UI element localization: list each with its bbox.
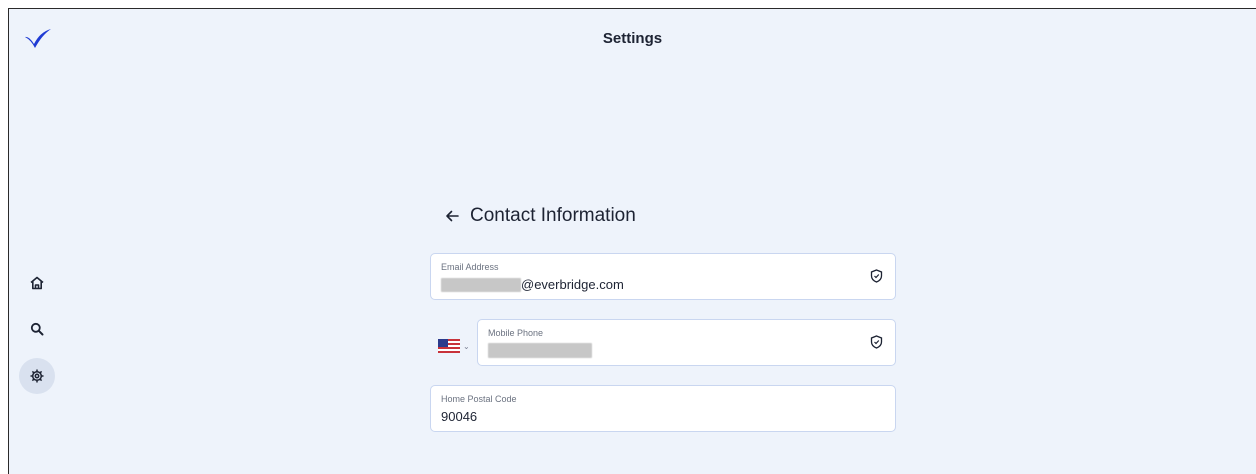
redacted-phone-number	[488, 343, 592, 358]
page-title: Settings	[602, 30, 663, 47]
chevron-down-icon: ⌄	[463, 341, 470, 351]
search-icon	[30, 322, 44, 336]
us-flag-icon	[438, 339, 460, 353]
gear-icon	[30, 369, 44, 383]
email-field[interactable]: Email Address @everbridge.com	[430, 253, 896, 300]
section-header: Contact Information	[444, 201, 896, 231]
country-code-selector[interactable]: ⌄	[438, 339, 470, 353]
sidebar-item-search[interactable]	[19, 311, 55, 347]
email-domain: @everbridge.com	[521, 277, 624, 292]
postal-code-value: 90046	[441, 409, 478, 424]
postal-code-field[interactable]: Home Postal Code 90046	[430, 385, 896, 432]
sidebar-item-home[interactable]	[19, 265, 55, 301]
home-icon	[30, 276, 44, 290]
email-field-label: Email Address	[441, 262, 499, 272]
redacted-email-user	[441, 277, 521, 292]
mobile-phone-value	[488, 343, 592, 358]
shield-check-icon	[870, 269, 883, 283]
section-title: Contact Information	[470, 205, 636, 226]
shield-check-icon	[870, 335, 883, 349]
mobile-phone-label: Mobile Phone	[488, 328, 544, 338]
sidebar-item-settings[interactable]	[19, 358, 55, 394]
email-field-value: @everbridge.com	[441, 277, 624, 292]
app-window: Settings Contact Information Email Addre…	[8, 8, 1256, 474]
mobile-phone-field[interactable]: Mobile Phone	[477, 319, 896, 366]
contact-information-panel: Contact Information Email Address @everb…	[430, 201, 896, 432]
postal-code-label: Home Postal Code	[441, 394, 517, 404]
arrow-left-icon[interactable]	[444, 208, 460, 224]
